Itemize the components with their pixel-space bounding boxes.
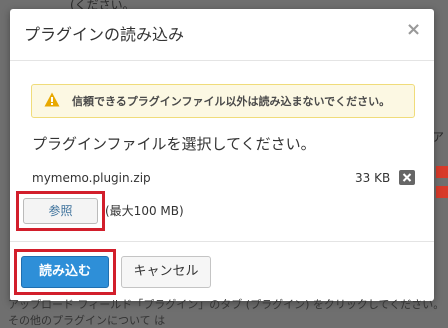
instruction-text: プラグインファイルを選択してください。 <box>32 135 316 153</box>
warning-icon <box>44 92 60 107</box>
close-icon <box>402 173 412 182</box>
footer-divider <box>10 241 434 242</box>
background-text-bottom: アップロード フィールド「プラグイン」のタブ (プラグイン) をクリックしてくだ… <box>8 298 445 327</box>
close-icon[interactable]: × <box>406 19 421 40</box>
background-mark <box>436 186 448 198</box>
remove-file-button[interactable] <box>399 170 415 185</box>
background-mark <box>436 166 448 178</box>
size-limit-text: (最大100 MB) <box>105 204 184 218</box>
dialog-title: プラグインの読み込み <box>24 25 185 44</box>
dialog-header: プラグインの読み込み × <box>10 9 434 61</box>
browse-button[interactable]: 参照 <box>23 198 98 224</box>
cancel-button[interactable]: キャンセル <box>121 256 211 288</box>
selected-file-name: mymemo.plugin.zip <box>32 171 151 185</box>
selected-file-size: 33 KB <box>355 171 391 185</box>
warning-text: 信頼できるプラグインファイル以外は読み込まないでください。 <box>72 95 391 108</box>
warning-alert: 信頼できるプラグインファイル以外は読み込まないでください。 <box>31 84 415 118</box>
plugin-import-dialog: プラグインの読み込み × 信頼できるプラグインファイル以外は読み込まないでくださ… <box>10 9 434 301</box>
import-button[interactable]: 読み込む <box>21 256 109 288</box>
